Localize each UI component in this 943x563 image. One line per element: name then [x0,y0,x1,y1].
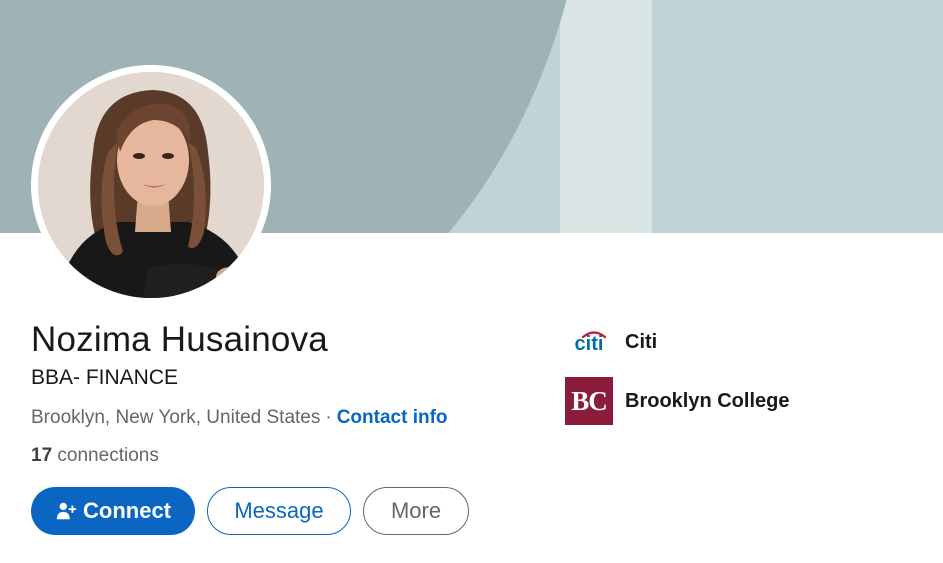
brooklyn-college-logo-icon: BC [565,377,613,425]
citi-logo-text: citi [575,333,604,355]
profile-avatar[interactable] [31,65,271,305]
location-line: Brooklyn, New York, United States · Contac… [31,407,448,429]
connect-button[interactable]: Connect [31,487,195,535]
connections-label: connections [57,445,159,466]
banner-pale-band [560,0,652,233]
message-button[interactable]: Message [207,487,351,535]
school-name: Brooklyn College [625,389,790,412]
profile-photo [38,72,264,298]
education-school[interactable]: BC Brooklyn College [565,377,789,425]
contact-info-link[interactable]: Contact info [337,407,448,428]
add-person-icon [55,500,77,522]
connect-button-label: Connect [83,498,171,523]
profile-name: Nozima Husainova [31,320,328,359]
company-name: Citi [625,330,658,353]
profile-headline: BBA- FINANCE [31,366,179,389]
citi-logo-icon: citi [565,322,613,362]
more-button[interactable]: More [363,487,469,535]
current-company[interactable]: citi Citi [565,322,658,362]
connections-number: 17 [31,445,53,466]
profile-location: Brooklyn, New York, United States [31,407,321,428]
connections-count[interactable]: 17 connections [31,445,159,467]
separator-dot: · [325,407,332,428]
